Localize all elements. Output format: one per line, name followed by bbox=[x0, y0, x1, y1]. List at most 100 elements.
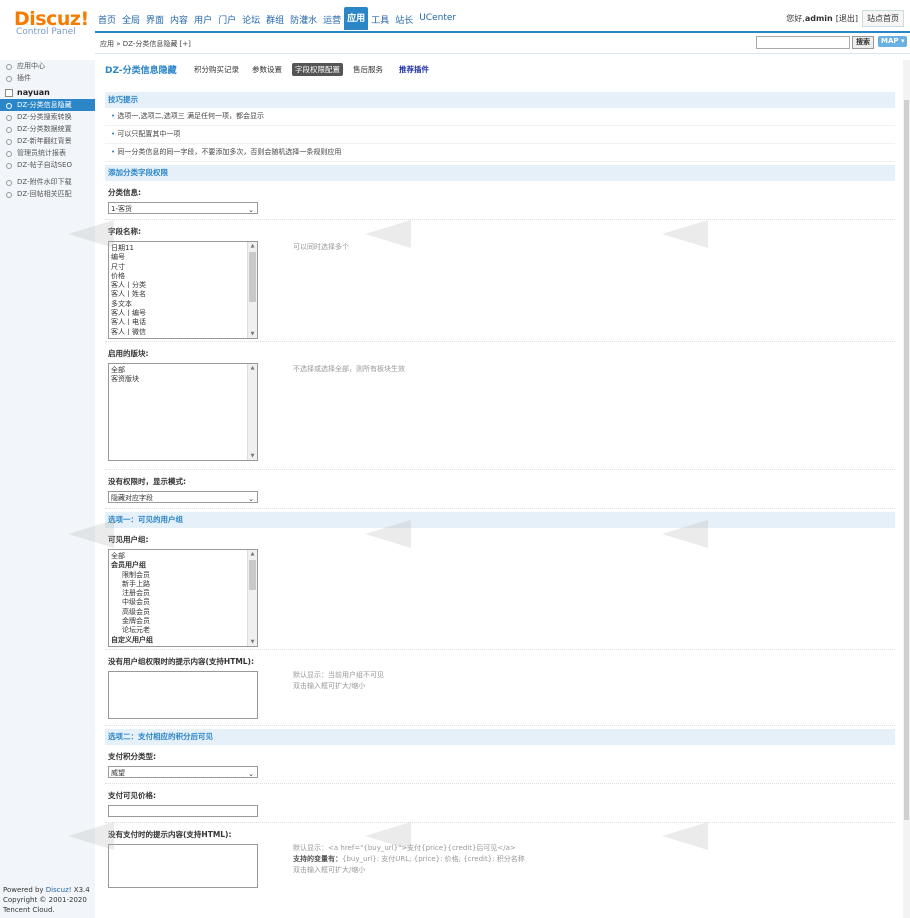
powered-by: Powered by bbox=[3, 886, 46, 894]
list-option[interactable]: 会员用户组 bbox=[111, 561, 255, 570]
sidebar-item[interactable]: DZ-附件水印下载 bbox=[0, 176, 95, 188]
sidebar-item-label: DZ-附件水印下载 bbox=[17, 178, 72, 186]
no-group-textarea[interactable] bbox=[108, 671, 258, 719]
plugin-title: DZ-分类信息隐藏 bbox=[105, 66, 177, 76]
tab-item[interactable]: 推荐插件 bbox=[396, 63, 432, 76]
arrow-up-icon: ▲ bbox=[250, 551, 255, 557]
nav-item[interactable]: 站长 bbox=[392, 10, 416, 30]
discuz-link[interactable]: Discuz! bbox=[46, 886, 72, 894]
list-option[interactable]: 客人丨编号 bbox=[111, 309, 255, 318]
list-option[interactable]: 全部 bbox=[111, 552, 255, 561]
pay-price-label: 支付可见价格: bbox=[108, 791, 156, 800]
main-content: DZ-分类信息隐藏 积分购买记录 参数设置 字段权限配置 售后服务 推荐插件 技巧提示 … bbox=[105, 60, 895, 888]
bullet-icon bbox=[6, 115, 12, 121]
logout-link[interactable]: [退出] bbox=[836, 13, 858, 24]
list-option[interactable]: 多文本 bbox=[111, 300, 255, 309]
bullet-icon bbox=[6, 180, 12, 186]
category-value: 1-客货 bbox=[111, 205, 132, 213]
list-option[interactable]: 论坛元老 bbox=[111, 626, 255, 635]
tab-item[interactable]: 参数设置 bbox=[249, 63, 285, 76]
bullet-icon bbox=[6, 151, 12, 157]
scrollbar-thumb[interactable] bbox=[249, 560, 256, 590]
site-home-button[interactable]: 站点首页 bbox=[862, 10, 904, 27]
list-option[interactable]: 限制会员 bbox=[111, 571, 255, 580]
list-option[interactable]: 全部 bbox=[111, 366, 255, 375]
no-pay-text-row: 没有支付时的提示内容(支持HTML): 默认显示：<a href="{buy_u… bbox=[105, 823, 895, 888]
list-option[interactable]: 客人丨电话 bbox=[111, 318, 255, 327]
nav-item[interactable]: UCenter bbox=[416, 10, 459, 30]
no-group-text-row: 没有用户组权限时的提示内容(支持HTML): 默认显示：当前用户组不可见 双击输… bbox=[105, 650, 895, 726]
tab-item[interactable]: 字段权限配置 bbox=[292, 63, 343, 76]
listbox-scrollbar[interactable]: ▲ ▼ bbox=[247, 242, 257, 338]
groups-label: 可见用户组: bbox=[108, 535, 149, 544]
nav-item[interactable]: 运营 bbox=[320, 10, 344, 30]
sidebar-item[interactable]: DZ-分类数据统置 bbox=[0, 123, 95, 135]
list-option[interactable]: 价格 bbox=[111, 272, 255, 281]
category-select[interactable]: 1-客货 ⌄ bbox=[108, 202, 258, 214]
listbox-scrollbar[interactable]: ▲ ▼ bbox=[247, 364, 257, 460]
nav-item[interactable]: 界面 bbox=[143, 10, 167, 30]
blocks-multiselect[interactable]: 全部 客资版块 ▲ ▼ bbox=[108, 363, 258, 461]
list-option[interactable]: 新手上路 bbox=[111, 580, 255, 589]
mode-label: 没有权限时，显示模式: bbox=[108, 477, 186, 486]
nav-item[interactable]: 内容 bbox=[167, 10, 191, 30]
sidebar-item[interactable]: DZ-帖子自动SEO bbox=[0, 159, 95, 171]
sidebar-group-nayuan[interactable]: nayuan bbox=[0, 86, 95, 99]
company: Tencent Cloud. bbox=[3, 906, 55, 914]
nav-item[interactable]: 工具 bbox=[368, 10, 392, 30]
list-option[interactable]: 客人丨姓名 bbox=[111, 290, 255, 299]
list-option[interactable]: 自定义用户组 bbox=[111, 636, 255, 645]
search-input[interactable] bbox=[756, 36, 850, 49]
tab-item[interactable]: 售后服务 bbox=[350, 63, 386, 76]
nav-item[interactable]: 门户 bbox=[215, 10, 239, 30]
page-scrollbar[interactable] bbox=[903, 60, 910, 918]
chevron-down-icon: ⌄ bbox=[248, 495, 254, 503]
nav-item[interactable]: 用户 bbox=[191, 10, 215, 30]
category-row: 分类信息: 1-客货 ⌄ bbox=[105, 181, 895, 220]
list-option[interactable]: 编号 bbox=[111, 253, 255, 262]
search-button[interactable]: 搜索 bbox=[852, 36, 874, 49]
sidebar-item[interactable]: DZ-新年翻红背景 bbox=[0, 135, 95, 147]
list-option[interactable]: 客人丨微信 bbox=[111, 328, 255, 337]
top-navigation: 首页 全局 界面 内容 用户 门户 论坛 群组 防灌水 运营 应用 工具 站长 UCenter bbox=[95, 7, 459, 30]
nav-item[interactable]: 防灌水 bbox=[287, 10, 320, 30]
groups-multiselect[interactable]: 全部 会员用户组 限制会员 新手上路 注册会员 中级会员 高级会员 金牌会员 论坛元老 自定义用户… bbox=[108, 549, 258, 647]
pay-price-input[interactable] bbox=[108, 805, 258, 817]
nav-item[interactable]: 论坛 bbox=[239, 10, 263, 30]
mode-select[interactable]: 隐藏对应字段 ⌄ bbox=[108, 491, 258, 503]
no-pay-textarea[interactable] bbox=[108, 844, 258, 888]
list-option[interactable]: 中级会员 bbox=[111, 598, 255, 607]
discuz-logo[interactable]: Discuz! Control Panel bbox=[14, 8, 89, 37]
list-option[interactable]: 日期11 bbox=[111, 244, 255, 253]
sidebar: 应用中心 插件 nayuan DZ-分类信息隐藏 DZ-分类搜索转换 DZ-分类数据统… bbox=[0, 60, 95, 918]
nav-item[interactable]: 群组 bbox=[263, 10, 287, 30]
sidebar-item[interactable]: DZ-分类信息隐藏 bbox=[0, 99, 95, 111]
version: X3.4 bbox=[71, 886, 90, 894]
map-button[interactable]: MAP ▾ bbox=[878, 36, 908, 47]
nav-item[interactable]: 全局 bbox=[119, 10, 143, 30]
nav-item[interactable]: 应用 bbox=[344, 7, 369, 30]
list-option[interactable]: 高级会员 bbox=[111, 608, 255, 617]
listbox-scrollbar[interactable]: ▲ ▼ bbox=[247, 550, 257, 646]
sidebar-item-label: DZ-回帖相关匹配 bbox=[17, 190, 72, 198]
list-option[interactable]: 客资版块 bbox=[111, 375, 255, 384]
sidebar-item[interactable]: 管理员统计报表 bbox=[0, 147, 95, 159]
scrollbar-thumb[interactable] bbox=[904, 100, 909, 820]
fields-multiselect[interactable]: 日期11 编号 尺寸 价格 客人丨分类 客人丨姓名 多文本 客人丨编号 客人丨电话 客人丨微信 ▲ ▼ bbox=[108, 241, 258, 339]
sidebar-item[interactable]: DZ-回帖相关匹配 bbox=[0, 188, 95, 200]
sidebar-item[interactable]: 应用中心 bbox=[0, 60, 95, 72]
no-pay-hint-vars-label: 支持的变量有： bbox=[293, 855, 342, 863]
chevron-down-icon: ⌄ bbox=[248, 206, 254, 214]
list-option[interactable]: 金牌会员 bbox=[111, 617, 255, 626]
pay-type-select[interactable]: 威望 ⌄ bbox=[108, 766, 258, 778]
fields-row: 字段名称: 日期11 编号 尺寸 价格 客人丨分类 客人丨姓名 多文本 客人丨编号 客人丨电话客… bbox=[105, 220, 895, 342]
list-option[interactable]: 尺寸 bbox=[111, 263, 255, 272]
nav-item[interactable]: 首页 bbox=[95, 10, 119, 30]
pay-type-value: 威望 bbox=[111, 769, 125, 777]
breadcrumb[interactable]: 应用 » DZ-分类信息隐藏 [+] bbox=[100, 39, 191, 49]
sidebar-item[interactable]: 插件 bbox=[0, 72, 95, 84]
tab-item[interactable]: 积分购买记录 bbox=[191, 63, 242, 76]
sidebar-item[interactable]: DZ-分类搜索转换 bbox=[0, 111, 95, 123]
scrollbar-thumb[interactable] bbox=[249, 252, 256, 302]
no-pay-text-label: 没有支付时的提示内容(支持HTML): bbox=[108, 830, 232, 839]
